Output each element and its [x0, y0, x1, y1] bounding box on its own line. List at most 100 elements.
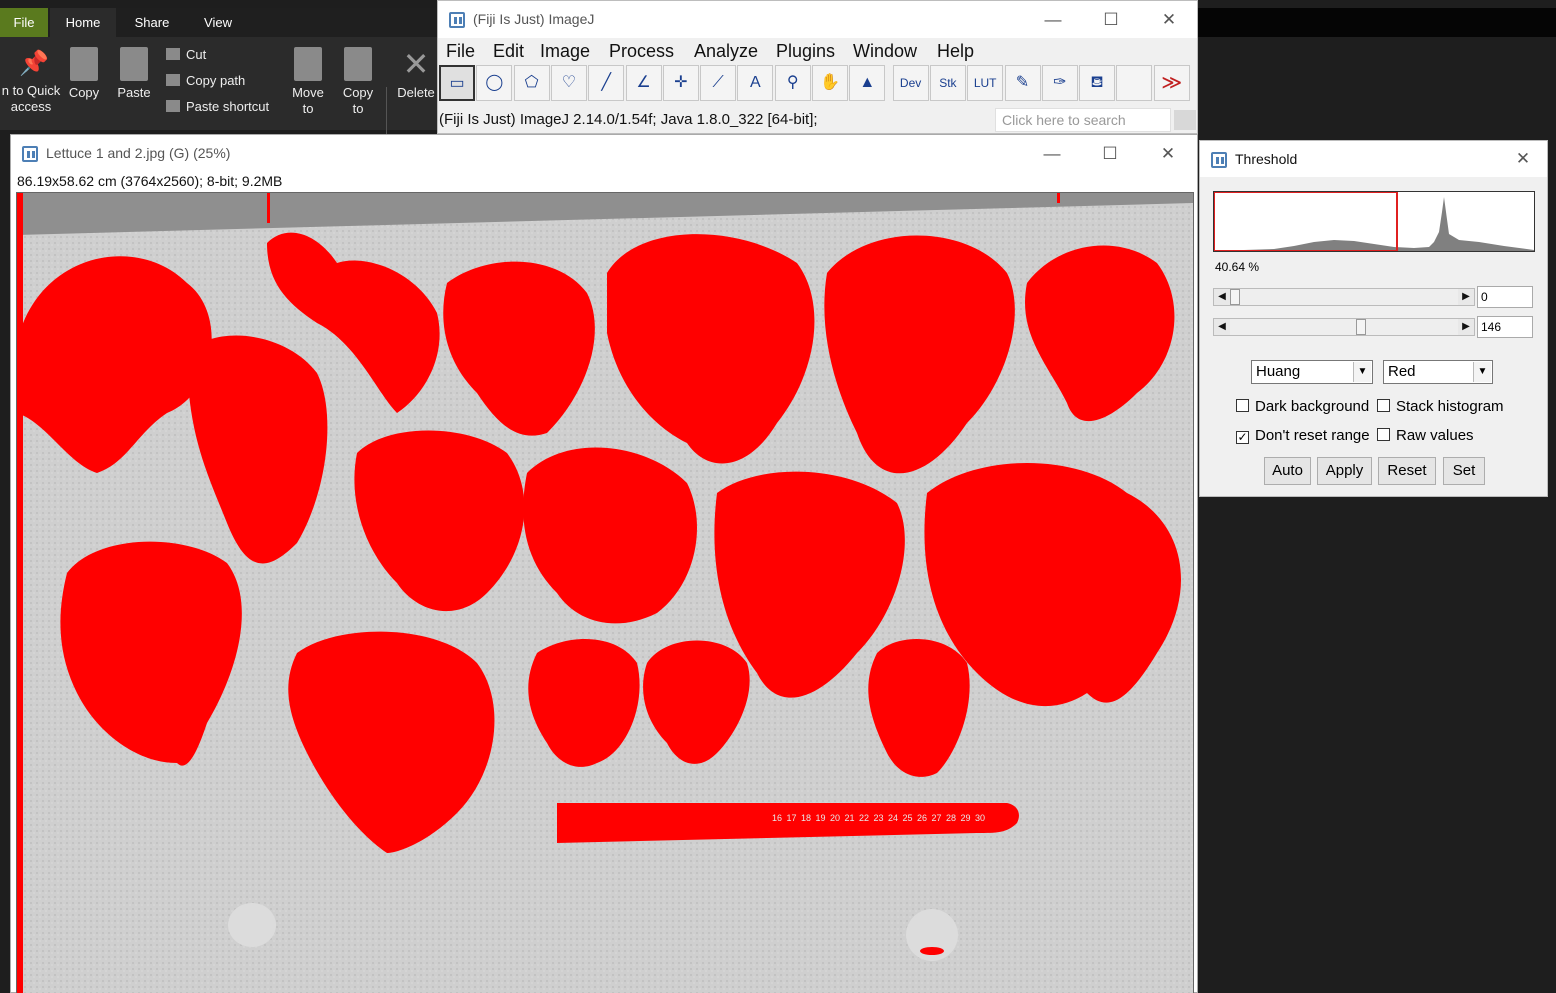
more-tools-icon[interactable]: ≫ [1153, 65, 1190, 101]
ribbon-tabs: File Home Share View [0, 8, 440, 37]
tab-file[interactable]: File [0, 8, 48, 37]
clipboard-icon [120, 47, 148, 81]
image-maximize-icon[interactable]: ☐ [1081, 135, 1139, 172]
delete-button[interactable]: ✕ Delete [394, 47, 438, 101]
copy-path-icon [166, 74, 180, 86]
ruler-number: 20 [830, 813, 840, 823]
color-picker-tool-icon[interactable]: ▲ [849, 65, 886, 101]
dark-background-checkbox[interactable]: Dark background [1236, 397, 1369, 417]
lut-tool-icon[interactable]: LUT [967, 65, 1004, 101]
hand-tool-icon[interactable]: ✋ [812, 65, 848, 101]
copy-path-button[interactable]: Copy path [166, 71, 245, 91]
slider-left-arrow-icon[interactable]: ◀ [1214, 289, 1230, 305]
pin-to-quick-access-button[interactable]: 📌 n to Quick access [0, 49, 62, 115]
apply-button[interactable]: Apply [1317, 457, 1372, 485]
search-input[interactable]: Click here to search [995, 108, 1171, 132]
imagej-menubar: File Edit Image Process Analyze Plugins Window… [438, 38, 1197, 64]
empty-tool-icon[interactable] [1116, 65, 1153, 101]
angle-tool-icon[interactable]: ∠ [625, 65, 662, 101]
dark-background-label: Dark background [1255, 398, 1370, 415]
line-tool-icon[interactable]: ╱ [588, 65, 625, 101]
copy-to-label-1: Copy [342, 85, 374, 100]
threshold-close-icon[interactable]: ✕ [1498, 141, 1548, 178]
menu-process[interactable]: Process [609, 38, 674, 64]
chevron-down-icon: ▼ [1473, 362, 1491, 382]
freehand-tool-icon[interactable]: ♡ [550, 65, 587, 101]
dont-reset-range-checkbox[interactable]: ✓ Don't reset range [1236, 426, 1370, 446]
move-to-button[interactable]: Move to [288, 47, 328, 117]
checkbox-box[interactable] [1377, 399, 1390, 412]
menu-plugins[interactable]: Plugins [776, 38, 835, 64]
paste-button[interactable]: Paste [114, 47, 154, 101]
search-button[interactable] [1174, 110, 1196, 130]
tab-share[interactable]: Share [116, 8, 188, 37]
paste-shortcut-icon [166, 100, 180, 112]
polygon-tool-icon[interactable]: ⬠ [513, 65, 550, 101]
max-threshold-field[interactable]: 146 [1477, 316, 1533, 338]
slider-right-arrow-icon[interactable]: ▶ [1458, 319, 1474, 335]
menu-edit[interactable]: Edit [493, 38, 524, 64]
pin-label-2: access [10, 99, 52, 114]
image-minimize-icon[interactable]: — [1023, 135, 1081, 172]
copy-button[interactable]: Copy [64, 47, 104, 101]
maximize-icon[interactable]: ☐ [1082, 1, 1140, 38]
tab-view[interactable]: View [188, 8, 248, 37]
imagej-titlebar: (Fiji Is Just) ImageJ — ☐ ✕ [438, 1, 1197, 38]
threshold-app-icon [1211, 152, 1227, 168]
image-info-line: 86.19x58.62 cm (3764x2560); 8-bit; 9.2MB [17, 173, 283, 189]
text-tool-icon[interactable]: A [737, 65, 774, 101]
ruler-numbers: 16 17 18 19 20 21 22 23 24 25 26 27 28 29 30 [772, 813, 985, 823]
ruler-number: 29 [961, 813, 971, 823]
move-to-label-1: Move [292, 85, 324, 100]
ruler-number: 28 [946, 813, 956, 823]
checkbox-box[interactable] [1377, 428, 1390, 441]
dev-tool-icon[interactable]: Dev [892, 65, 929, 101]
oval-tool-icon[interactable]: ◯ [476, 65, 513, 101]
image-canvas[interactable]: 16 17 18 19 20 21 22 23 24 25 26 27 28 29 30 [16, 192, 1194, 993]
copy-path-label: Copy path [186, 73, 246, 88]
slider-left-arrow-icon[interactable]: ◀ [1214, 319, 1230, 335]
stack-histogram-checkbox[interactable]: Stack histogram [1377, 397, 1504, 417]
cut-button[interactable]: Cut [166, 45, 206, 65]
max-threshold-slider[interactable]: ◀ ▶ [1213, 318, 1475, 336]
point-tool-icon[interactable]: ✛ [662, 65, 699, 101]
reset-button[interactable]: Reset [1378, 457, 1436, 485]
ruler-number: 25 [903, 813, 913, 823]
brush-tool-icon[interactable]: ✑ [1041, 65, 1078, 101]
tab-home[interactable]: Home [50, 8, 116, 37]
checkbox-box[interactable]: ✓ [1236, 431, 1249, 444]
magnifier-tool-icon[interactable]: ⚲ [774, 65, 811, 101]
set-button[interactable]: Set [1443, 457, 1485, 485]
max-slider-thumb[interactable] [1356, 319, 1367, 335]
menu-analyze[interactable]: Analyze [694, 38, 758, 64]
display-value: Red [1388, 363, 1416, 380]
paste-shortcut-button[interactable]: Paste shortcut [166, 97, 269, 117]
menu-window[interactable]: Window [853, 38, 917, 64]
stk-tool-icon[interactable]: Stk [929, 65, 966, 101]
min-slider-thumb[interactable] [1230, 289, 1240, 305]
min-threshold-slider[interactable]: ◀ ▶ [1213, 288, 1475, 306]
ruler-number: 21 [845, 813, 855, 823]
rectangle-tool-icon[interactable]: ▭ [439, 65, 475, 101]
pin-icon: 📌 [19, 50, 49, 77]
ruler-number: 18 [801, 813, 811, 823]
image-close-icon[interactable]: ✕ [1139, 135, 1197, 172]
copy-to-button[interactable]: Copy to [338, 47, 378, 117]
minimize-icon[interactable]: — [1024, 1, 1082, 38]
imagej-toolbar: ▭ ◯ ⬠ ♡ ╱ ∠ ✛ ⟋ A ⚲ ✋ ▲ Dev Stk LUT ✎ ✑ ⛾ ≫ [438, 64, 1197, 104]
min-threshold-field[interactable]: 0 [1477, 286, 1533, 308]
menu-help[interactable]: Help [937, 38, 974, 64]
auto-button[interactable]: Auto [1264, 457, 1311, 485]
method-select[interactable]: Huang ▼ [1251, 360, 1373, 384]
wand-tool-icon[interactable]: ⟋ [700, 65, 737, 101]
ruler-number: 23 [874, 813, 884, 823]
menu-file[interactable]: File [446, 38, 475, 64]
slider-right-arrow-icon[interactable]: ▶ [1458, 289, 1474, 305]
raw-values-checkbox[interactable]: Raw values [1377, 426, 1474, 446]
pencil-tool-icon[interactable]: ✎ [1004, 65, 1041, 101]
checkbox-box[interactable] [1236, 399, 1249, 412]
flood-fill-tool-icon[interactable]: ⛾ [1079, 65, 1116, 101]
menu-image[interactable]: Image [540, 38, 590, 64]
display-select[interactable]: Red ▼ [1383, 360, 1493, 384]
close-icon[interactable]: ✕ [1140, 1, 1198, 38]
